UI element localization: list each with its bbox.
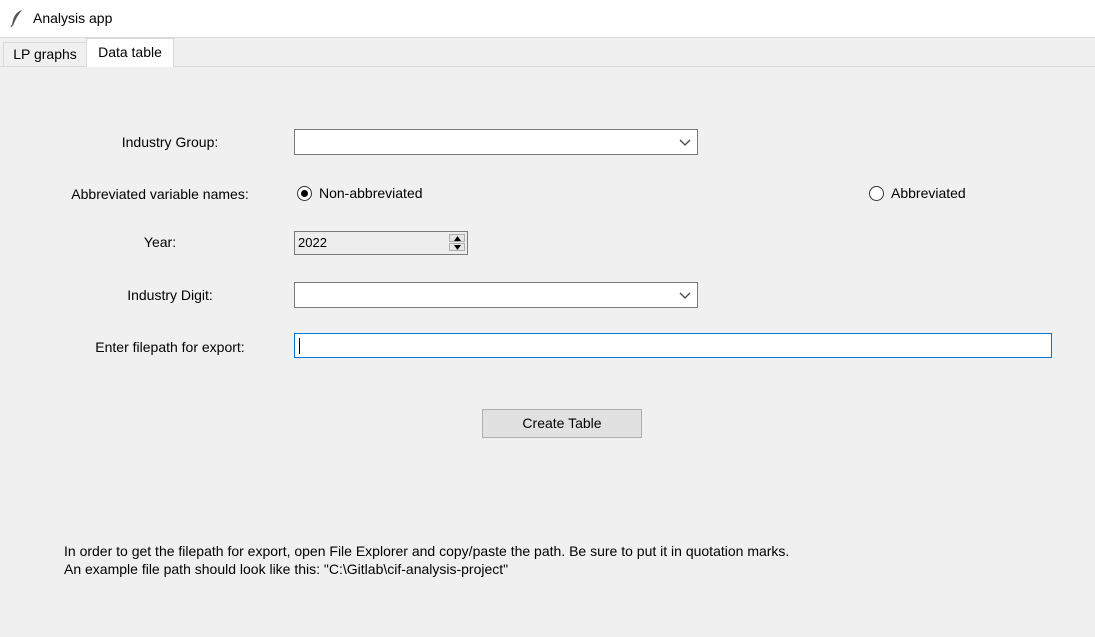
feather-icon (10, 10, 22, 27)
radio-abbreviated-label[interactable]: Abbreviated (891, 185, 966, 201)
year-spinbox[interactable]: 2022 (294, 231, 468, 255)
spin-down-button[interactable] (449, 243, 465, 251)
industry-digit-combobox[interactable] (294, 282, 698, 308)
year-label: Year: (143, 234, 177, 250)
filepath-input[interactable] (294, 333, 1052, 358)
radio-non-abbreviated-label[interactable]: Non-abbreviated (319, 185, 423, 201)
industry-group-combobox[interactable] (294, 129, 698, 155)
instructions-line-2: An example file path should look like th… (64, 561, 509, 577)
industry-group-label: Industry Group: (121, 134, 219, 150)
radio-non-abbreviated[interactable] (297, 186, 312, 201)
radio-abbreviated[interactable] (869, 186, 884, 201)
filepath-label: Enter filepath for export: (95, 339, 245, 355)
chevron-down-icon[interactable] (679, 137, 691, 147)
tab-bar: LP graphs Data table (0, 38, 1095, 67)
industry-digit-label: Industry Digit: (127, 287, 213, 303)
year-value: 2022 (298, 235, 327, 250)
abbreviation-label: Abbreviated variable names: (71, 186, 249, 202)
create-table-button[interactable]: Create Table (482, 409, 642, 438)
spin-up-button[interactable] (449, 234, 465, 242)
tab-data-table[interactable]: Data table (86, 38, 174, 67)
window-titlebar: Analysis app (0, 0, 1095, 38)
tab-lp-graphs[interactable]: LP graphs (3, 42, 87, 66)
instructions-line-1: In order to get the filepath for export,… (64, 543, 790, 559)
text-caret (299, 338, 300, 354)
arrow-up-icon (454, 236, 461, 241)
window-title: Analysis app (33, 10, 113, 26)
chevron-down-icon[interactable] (679, 290, 691, 300)
year-spin-buttons (449, 234, 465, 252)
arrow-down-icon (454, 245, 461, 250)
